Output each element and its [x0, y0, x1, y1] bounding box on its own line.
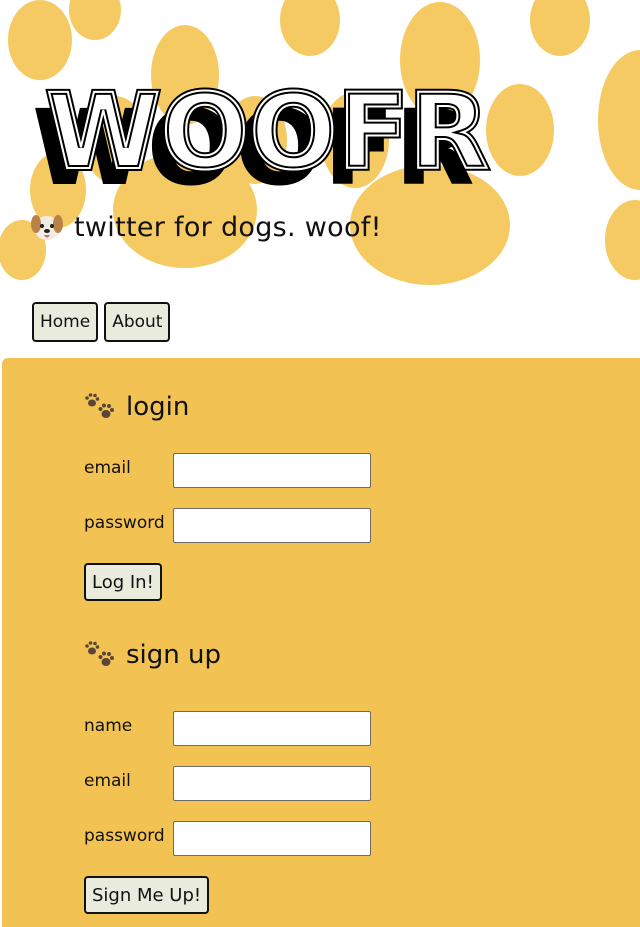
login-email-input[interactable]	[173, 453, 371, 488]
dog-face-icon	[31, 215, 63, 240]
signup-name-label: name	[84, 716, 133, 736]
signup-title: sign up	[126, 640, 221, 670]
nav-home-button[interactable]: Home	[32, 302, 99, 342]
login-password-label: password	[84, 513, 165, 533]
signup-email-label: email	[84, 771, 131, 791]
tagline: twitter for dogs. woof!	[30, 210, 382, 244]
tagline-text: twitter for dogs. woof!	[74, 211, 382, 243]
signup-email-input[interactable]	[173, 766, 371, 801]
woofr-logo: WOOFR WOOFR WOOFR	[32, 72, 492, 192]
signup-name-input[interactable]	[173, 711, 371, 746]
nav-about-button[interactable]: About	[104, 302, 171, 342]
signup-submit-button[interactable]: Sign Me Up!	[84, 876, 210, 914]
login-section-title: login	[84, 392, 189, 422]
signup-password-input[interactable]	[173, 821, 371, 856]
signup-password-label: password	[84, 826, 165, 846]
page: WOOFR WOOFR WOOFR twitter for dogs. woof…	[0, 0, 640, 927]
paw-prints-icon	[85, 641, 114, 666]
paw-prints-icon	[85, 393, 114, 418]
login-title: login	[126, 392, 190, 422]
login-email-label: email	[84, 458, 131, 478]
login-password-input[interactable]	[173, 508, 371, 543]
auth-panel: login email password Log In! sign up nam…	[2, 358, 640, 927]
logo-inline-text: WOOFR	[46, 72, 489, 192]
main-nav: Home About	[32, 302, 171, 342]
site-header: WOOFR WOOFR WOOFR twitter for dogs. woof…	[0, 0, 640, 300]
login-submit-button[interactable]: Log In!	[84, 563, 162, 601]
signup-section-title: sign up	[84, 640, 221, 670]
